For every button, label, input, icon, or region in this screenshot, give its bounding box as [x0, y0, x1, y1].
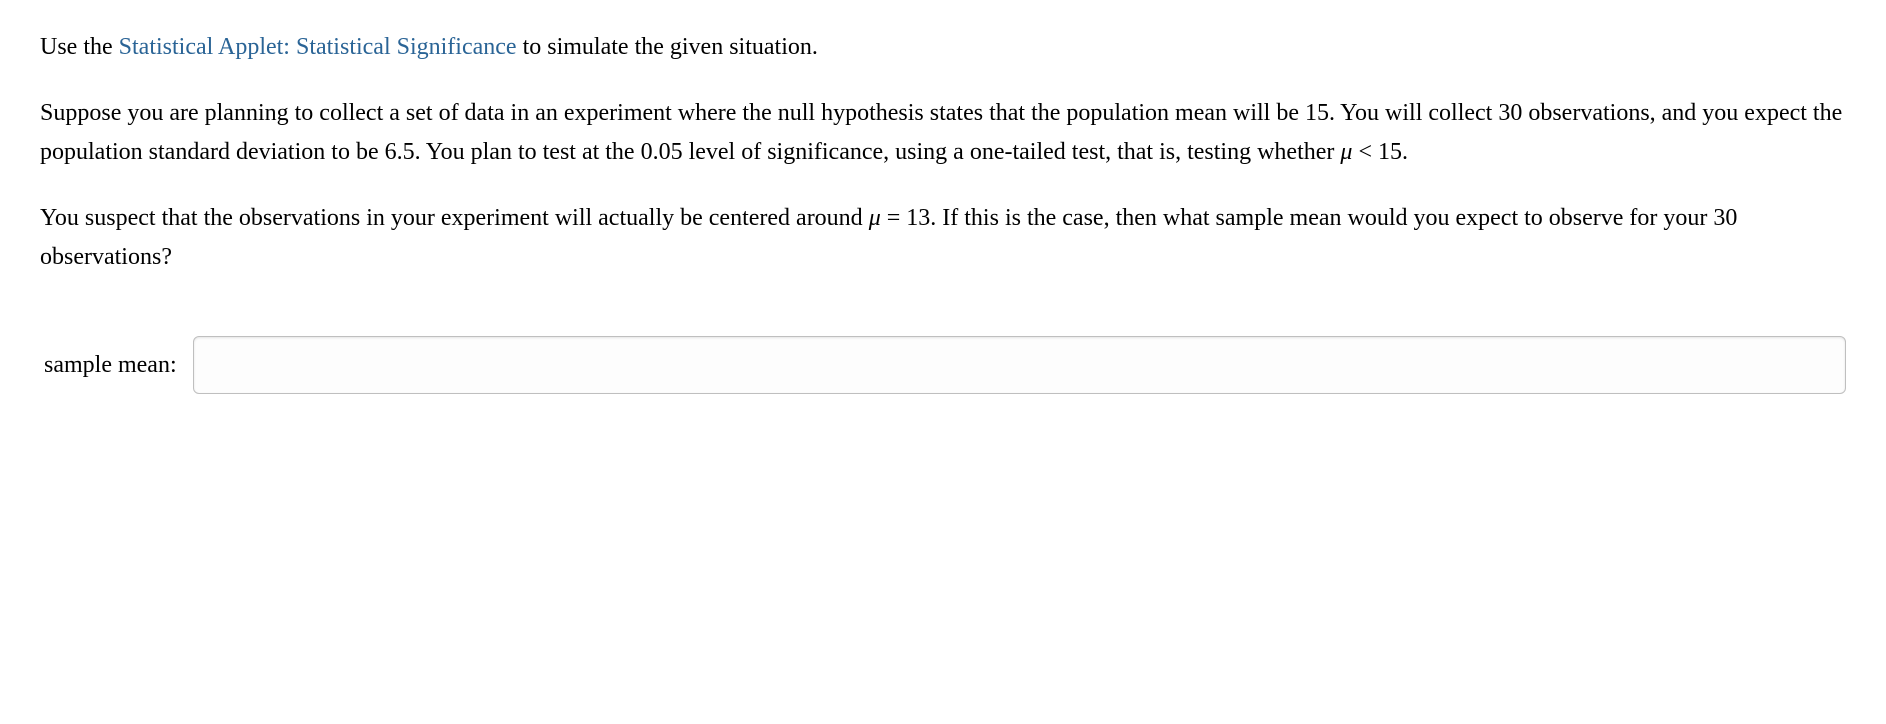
- answer-row: sample mean:: [40, 336, 1846, 394]
- question-text-a: You suspect that the observations in you…: [40, 205, 869, 231]
- intro-post-text: to simulate the given situation.: [517, 34, 818, 60]
- eq-text: =: [881, 205, 907, 231]
- true-mu-value: 13: [906, 205, 930, 231]
- intro-pre-text: Use the: [40, 34, 119, 60]
- question-paragraph: You suspect that the observations in you…: [40, 199, 1846, 276]
- setup-paragraph: Suppose you are planning to collect a se…: [40, 94, 1846, 171]
- applet-link[interactable]: Statistical Applet: Statistical Signific…: [119, 34, 517, 60]
- question-container: Use the Statistical Applet: Statistical …: [0, 0, 1886, 422]
- intro-paragraph: Use the Statistical Applet: Statistical …: [40, 28, 1846, 66]
- sample-mean-input[interactable]: [193, 336, 1846, 394]
- period: .: [1402, 139, 1408, 165]
- h0-value: 15: [1378, 139, 1402, 165]
- mu-symbol: μ: [1340, 139, 1352, 165]
- setup-text: Suppose you are planning to collect a se…: [40, 100, 1842, 164]
- lt-text: <: [1352, 139, 1378, 165]
- mu-symbol-2: μ: [869, 205, 881, 231]
- answer-label: sample mean:: [44, 346, 177, 384]
